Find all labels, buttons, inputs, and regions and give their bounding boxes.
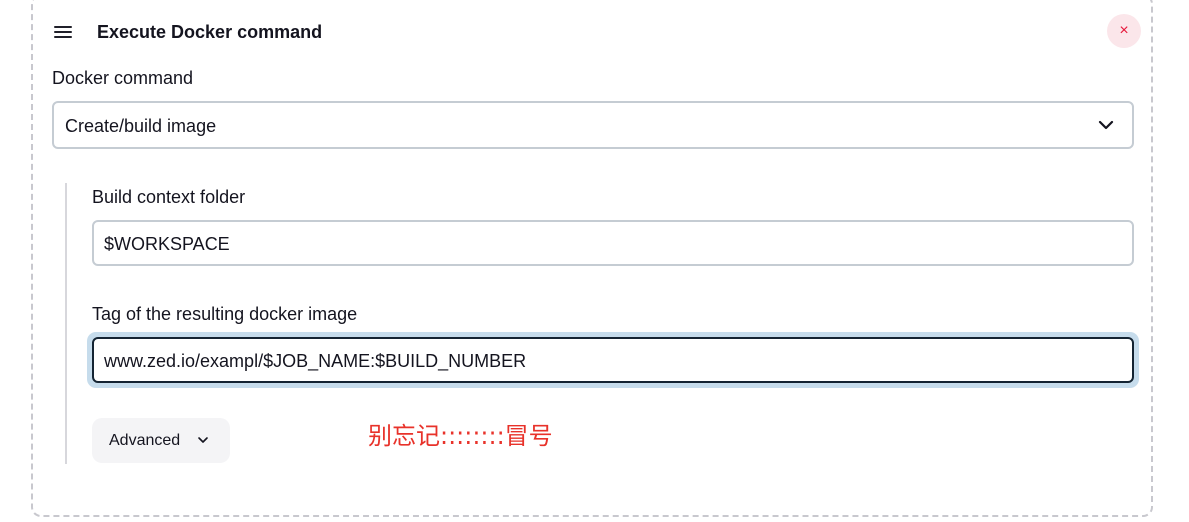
tag-input[interactable]: www.zed.io/exampl/$JOB_NAME:$BUILD_NUMBE… bbox=[92, 337, 1134, 383]
docker-command-label: Docker command bbox=[52, 68, 194, 88]
docker-command-selected-value: Create/build image bbox=[65, 116, 217, 136]
step-title: Execute Docker command bbox=[97, 22, 323, 42]
tag-value: www.zed.io/exampl/$JOB_NAME:$BUILD_NUMBE… bbox=[104, 351, 527, 371]
annotation-note: 别忘记::::::::冒号 bbox=[368, 422, 553, 450]
chevron-down-icon bbox=[198, 437, 208, 443]
build-context-input[interactable]: $WORKSPACE bbox=[92, 220, 1134, 266]
drag-handle-icon[interactable] bbox=[53, 26, 73, 38]
advanced-label: Advanced bbox=[109, 432, 181, 449]
nested-section-divider bbox=[65, 183, 67, 464]
delete-step-button[interactable]: × bbox=[1107, 14, 1141, 48]
tag-label: Tag of the resulting docker image bbox=[92, 304, 358, 324]
docker-command-select[interactable]: Create/build image bbox=[52, 101, 1134, 149]
build-context-value: $WORKSPACE bbox=[104, 234, 230, 254]
build-context-label: Build context folder bbox=[92, 187, 246, 207]
chevron-down-icon bbox=[1098, 120, 1114, 130]
advanced-button[interactable]: Advanced bbox=[92, 418, 230, 463]
close-icon: × bbox=[1119, 22, 1129, 39]
